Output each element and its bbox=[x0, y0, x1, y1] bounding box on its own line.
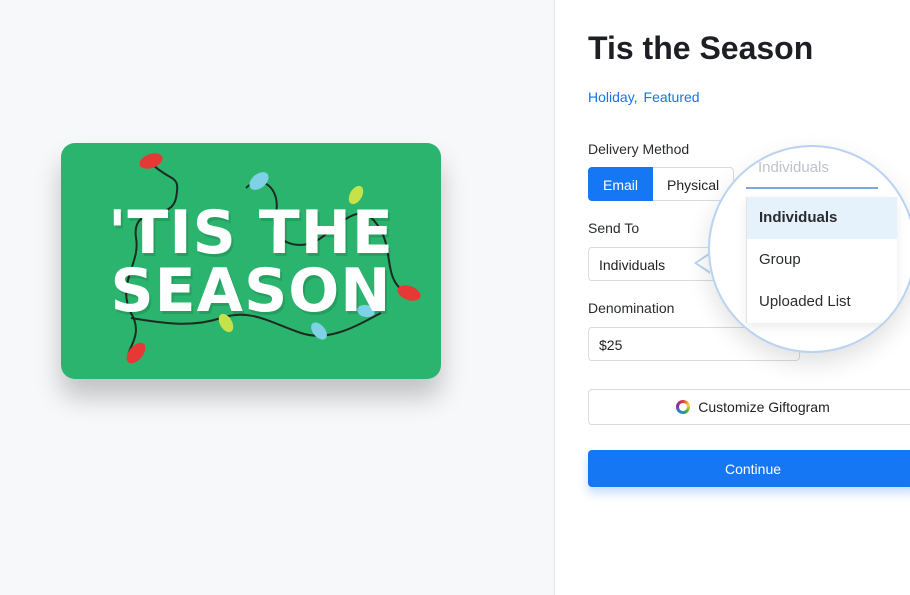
page-title: Tis the Season bbox=[588, 30, 814, 66]
card-headline-line1: 'TIS THE bbox=[108, 198, 394, 268]
product-preview-pane: 'TIS THE SEASON bbox=[0, 0, 555, 595]
delivery-method-label: Delivery Method bbox=[588, 141, 690, 157]
customize-label: Customize Giftogram bbox=[698, 399, 830, 415]
gift-card-image: 'TIS THE SEASON bbox=[61, 143, 441, 379]
continue-button[interactable]: Continue bbox=[588, 450, 910, 487]
magnifier-callout: Individuals Individuals Group Uploaded L… bbox=[708, 145, 910, 353]
tag-featured[interactable]: Featured bbox=[644, 89, 700, 105]
send-to-value: Individuals bbox=[599, 257, 666, 273]
send-to-input-zoomed[interactable]: Individuals bbox=[746, 149, 878, 189]
tag-holiday[interactable]: Holiday bbox=[588, 89, 634, 105]
customize-giftogram-button[interactable]: Customize Giftogram bbox=[588, 389, 910, 425]
denomination-value: $25 bbox=[599, 337, 623, 353]
tag-separator: , bbox=[633, 89, 638, 105]
send-to-label: Send To bbox=[588, 220, 640, 236]
color-ring-icon bbox=[676, 400, 691, 414]
tag-list: Holiday, Featured bbox=[588, 89, 700, 105]
card-headline-line2: SEASON bbox=[110, 256, 392, 326]
email-option-button[interactable]: Email bbox=[588, 167, 654, 201]
send-to-dropdown-menu: Individuals Group Uploaded List bbox=[746, 197, 897, 323]
dropdown-option-individuals[interactable]: Individuals bbox=[747, 197, 897, 239]
dropdown-option-group[interactable]: Group bbox=[747, 239, 897, 281]
delivery-method-toggle: Email Physical bbox=[588, 167, 735, 203]
dropdown-option-uploaded-list[interactable]: Uploaded List bbox=[747, 281, 897, 323]
denomination-label: Denomination bbox=[588, 300, 675, 316]
